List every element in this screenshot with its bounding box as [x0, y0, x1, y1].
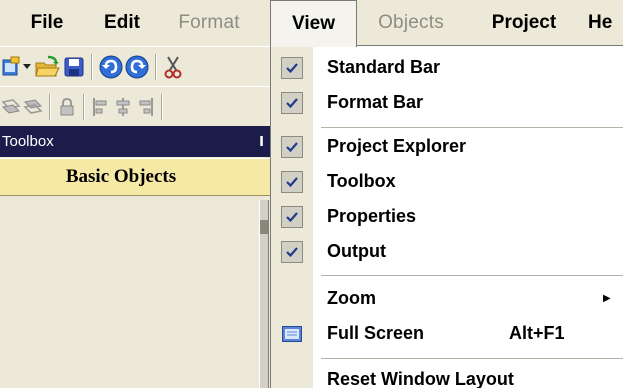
send-back-icon[interactable]	[22, 92, 44, 122]
menu-item-label: Output	[327, 241, 386, 261]
menu-item-properties[interactable]: Properties	[271, 199, 623, 234]
menu-project[interactable]: Project	[479, 0, 569, 45]
menu-item-label: Full Screen	[327, 323, 425, 343]
align-center-icon[interactable]	[112, 92, 134, 122]
undo-icon[interactable]	[98, 52, 124, 82]
view-menu-dropdown: Standard Bar Format Bar Project Explorer…	[270, 45, 623, 388]
menu-item-label: Project Explorer	[327, 136, 467, 156]
dropdown-arrow-icon[interactable]	[22, 52, 32, 82]
menu-item-label: Standard Bar	[327, 57, 441, 77]
menu-item-standard-bar[interactable]: Standard Bar	[271, 50, 623, 85]
cut-icon[interactable]	[162, 52, 184, 82]
menu-item-reset-window-layout[interactable]: Reset Window Layout	[271, 362, 623, 388]
menu-edit[interactable]: Edit	[97, 0, 147, 45]
align-right-icon[interactable]	[134, 92, 156, 122]
menu-item-shortcut: Alt+F1	[509, 323, 565, 343]
open-folder-icon[interactable]	[32, 52, 62, 82]
menu-item-zoom[interactable]: Zoom ▶	[271, 281, 623, 316]
menu-item-project-explorer[interactable]: Project Explorer	[271, 129, 623, 164]
lock-icon[interactable]	[56, 92, 78, 122]
menu-separator	[321, 358, 623, 359]
menu-bar: File Edit Format View Objects Project He	[0, 0, 623, 47]
menu-item-label: Properties	[327, 206, 417, 226]
standard-toolbar	[0, 46, 270, 86]
menu-separator	[321, 127, 623, 128]
menu-item-full-screen[interactable]: Full Screen Alt+F1	[271, 316, 623, 351]
menu-objects[interactable]: Objects	[361, 0, 461, 45]
toolbar-separator	[83, 93, 85, 120]
menu-help[interactable]: He	[588, 0, 623, 45]
checkmark-icon	[281, 170, 303, 193]
redo-icon[interactable]	[124, 52, 150, 82]
menu-file[interactable]: File	[22, 0, 72, 45]
checkmark-icon	[281, 91, 303, 114]
full-screen-icon	[282, 325, 302, 342]
toolbar-separator	[161, 93, 163, 120]
scrollbar-thumb[interactable]	[260, 220, 268, 234]
menu-item-output[interactable]: Output	[271, 234, 623, 269]
checkmark-icon	[281, 135, 303, 158]
section-label: Basic Objects	[65, 166, 177, 187]
basic-objects-section[interactable]: Basic Objects	[0, 158, 270, 196]
toolbox-body	[0, 196, 262, 388]
menu-separator	[321, 275, 623, 276]
toolbox-scrollbar[interactable]	[259, 200, 269, 388]
align-left-icon[interactable]	[90, 92, 112, 122]
new-screen-icon[interactable]	[0, 52, 22, 82]
toolbar-separator	[49, 93, 51, 120]
checkmark-icon	[281, 240, 303, 263]
menu-item-label: Format Bar	[327, 92, 424, 112]
menu-item-toolbox[interactable]: Toolbox	[271, 164, 623, 199]
menu-item-label: Reset Window Layout	[327, 369, 514, 388]
format-toolbar	[0, 86, 270, 126]
checkmark-icon	[281, 56, 303, 79]
submenu-arrow-icon: ▶	[603, 293, 611, 304]
toolbox-title: Toolbox	[2, 133, 54, 150]
toolbar-separator	[91, 53, 93, 80]
menu-item-format-bar[interactable]: Format Bar	[271, 85, 623, 120]
checkmark-icon	[281, 205, 303, 228]
toolbar-separator	[155, 53, 157, 80]
bring-front-icon[interactable]	[0, 92, 22, 122]
menu-item-label: Zoom	[327, 288, 376, 308]
menu-format[interactable]: Format	[168, 0, 250, 45]
save-icon[interactable]	[62, 52, 86, 82]
menu-view[interactable]: View	[270, 0, 357, 47]
pin-icon[interactable]: Ⅰ	[259, 134, 264, 150]
menu-item-label: Toolbox	[327, 171, 396, 191]
toolbox-header: Toolbox Ⅰ	[0, 126, 270, 157]
